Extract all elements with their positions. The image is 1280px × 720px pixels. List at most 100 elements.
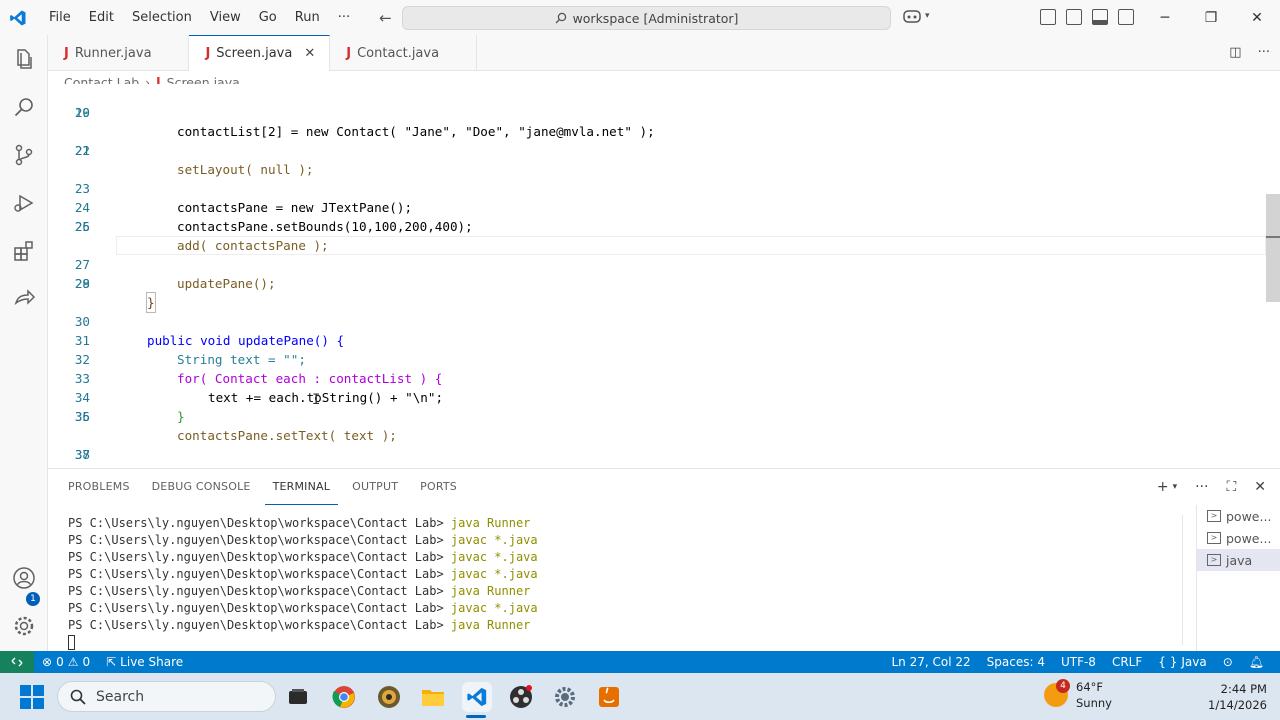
obs-icon[interactable] bbox=[506, 682, 536, 712]
terminal-output[interactable]: PS C:\Users\ly.nguyen\Desktop\workspace\… bbox=[68, 515, 538, 651]
tab-terminal[interactable]: TERMINAL bbox=[264, 469, 339, 505]
terminal-line: PS C:\Users\ly.nguyen\Desktop\workspace\… bbox=[68, 550, 538, 564]
tab-runner-java[interactable]: J Runner.java ✕ bbox=[48, 35, 190, 71]
toggle-sidebar-icon[interactable] bbox=[1066, 9, 1082, 25]
code-line: 26 bbox=[74, 219, 90, 234]
code-line: 20 bbox=[74, 105, 90, 120]
taskbar-search[interactable]: Search bbox=[57, 681, 276, 712]
active-app-indicator bbox=[466, 715, 486, 718]
terminal-list-item[interactable]: > powe... bbox=[1197, 505, 1280, 527]
menu-more[interactable]: ··· bbox=[329, 0, 359, 35]
tab-output[interactable]: OUTPUT bbox=[344, 469, 406, 505]
tab-debug-console[interactable]: DEBUG CONSOLE bbox=[144, 469, 259, 505]
code-line: 33 text += each.toString() + "\n"; bbox=[74, 371, 444, 405]
remote-indicator-icon[interactable] bbox=[0, 651, 34, 673]
menu-go[interactable]: Go bbox=[250, 0, 286, 35]
java-file-icon: J bbox=[205, 46, 211, 61]
code-line: 19 contactList[2] = new Contact( "Jane",… bbox=[74, 105, 655, 139]
activity-bar bbox=[0, 35, 48, 651]
explorer-icon[interactable] bbox=[0, 35, 48, 83]
split-editor-icon[interactable]: ◫ bbox=[1229, 45, 1241, 60]
terminal-list-item[interactable]: > java bbox=[1197, 549, 1280, 571]
terminal-line: PS C:\Users\ly.nguyen\Desktop\workspace\… bbox=[68, 601, 538, 615]
settings-app-icon[interactable] bbox=[550, 682, 580, 712]
terminal-list-item[interactable]: > powe... bbox=[1197, 527, 1280, 549]
close-window-icon[interactable]: ✕ bbox=[1234, 0, 1280, 35]
language-mode[interactable]: { } Java bbox=[1150, 655, 1214, 669]
menu-edit[interactable]: Edit bbox=[80, 0, 123, 35]
line-endings[interactable]: CRLF bbox=[1104, 655, 1150, 669]
copilot-button[interactable]: ▾ bbox=[903, 9, 930, 23]
chrome-icon[interactable] bbox=[329, 682, 359, 712]
file-explorer-icon[interactable] bbox=[418, 682, 448, 712]
system-clock[interactable]: 2:44 PM 1/14/2026 bbox=[1208, 681, 1267, 713]
terminal-line: PS C:\Users\ly.nguyen\Desktop\workspace\… bbox=[68, 516, 531, 530]
menu-view[interactable]: View bbox=[201, 0, 250, 35]
restore-icon[interactable]: ❐ bbox=[1188, 0, 1234, 35]
tab-problems[interactable]: PROBLEMS bbox=[60, 469, 138, 505]
editor-scrollbar-thumb[interactable] bbox=[1266, 194, 1280, 302]
editor-tabs: J Runner.java ✕ J Screen.java ✕ J Contac… bbox=[48, 35, 1280, 71]
back-arrow-icon[interactable]: ← bbox=[379, 9, 392, 27]
live-share-icon[interactable] bbox=[0, 275, 48, 323]
code-editor[interactable]: 19 contactList[2] = new Contact( "Jane",… bbox=[48, 84, 1280, 468]
menu-file[interactable]: File bbox=[40, 0, 80, 35]
tab-screen-java[interactable]: J Screen.java ✕ bbox=[189, 35, 331, 71]
extensions-icon[interactable] bbox=[0, 227, 48, 275]
terminal-cursor bbox=[68, 635, 75, 650]
task-view-icon[interactable] bbox=[283, 682, 313, 712]
notifications-bell-icon[interactable]: 🔔︎ bbox=[1241, 655, 1272, 669]
app-icon[interactable] bbox=[374, 682, 404, 712]
maximize-panel-icon[interactable]: ⛶ bbox=[1226, 479, 1236, 495]
search-placeholder: Search bbox=[96, 688, 145, 705]
weather-sun-icon: 4 bbox=[1044, 679, 1070, 707]
terminal-line: PS C:\Users\ly.nguyen\Desktop\workspace\… bbox=[68, 533, 538, 547]
warning-icon: ⚠ bbox=[67, 655, 79, 669]
new-terminal-icon[interactable]: + bbox=[1157, 479, 1169, 495]
chevron-down-icon: ▾ bbox=[925, 11, 930, 21]
live-share-status[interactable]: ⇱ Live Share bbox=[98, 655, 191, 669]
cursor-position[interactable]: Ln 27, Col 22 bbox=[883, 655, 978, 669]
menu-run[interactable]: Run bbox=[286, 0, 329, 35]
toggle-panel-icon[interactable] bbox=[1092, 9, 1108, 25]
weather-widget[interactable]: 4 64°F Sunny bbox=[1044, 679, 1112, 711]
accounts-icon[interactable] bbox=[0, 554, 48, 602]
more-actions-icon[interactable]: ··· bbox=[1258, 45, 1270, 60]
search-icon bbox=[70, 689, 86, 705]
terminal-line: PS C:\Users\ly.nguyen\Desktop\workspace\… bbox=[68, 584, 531, 598]
settings-badge: 1 bbox=[26, 592, 40, 606]
problems-status[interactable]: ⊗ 0 ⚠ 0 bbox=[34, 655, 98, 669]
settings-gear-icon[interactable] bbox=[0, 602, 48, 650]
code-line: 27 updatePane(); bbox=[74, 257, 276, 291]
windows-start-icon[interactable] bbox=[16, 681, 48, 713]
more-actions-icon[interactable]: ··· bbox=[1195, 479, 1208, 495]
minimize-icon[interactable]: ─ bbox=[1142, 0, 1188, 35]
menu-bar: File Edit Selection View Go Run ··· bbox=[40, 0, 359, 35]
vscode-taskbar-icon[interactable] bbox=[462, 682, 492, 712]
toggle-primary-sidebar-icon[interactable] bbox=[1040, 9, 1056, 25]
close-panel-icon[interactable]: ✕ bbox=[1254, 479, 1266, 495]
java-app-icon[interactable] bbox=[594, 682, 624, 712]
code-line: 30 public void updatePane() { bbox=[74, 314, 345, 348]
run-debug-icon[interactable] bbox=[0, 179, 48, 227]
toggle-secondary-sidebar-icon[interactable] bbox=[1118, 9, 1134, 25]
encoding[interactable]: UTF-8 bbox=[1053, 655, 1104, 669]
tab-label: Screen.java bbox=[216, 46, 293, 61]
chevron-down-icon[interactable]: ▾ bbox=[1173, 482, 1178, 495]
command-center[interactable]: workspace [Administrator] bbox=[402, 6, 891, 30]
code-line: 37 } bbox=[48, 426, 1280, 468]
source-control-icon[interactable] bbox=[0, 131, 48, 179]
terminal-list: > powe... > powe... > java bbox=[1196, 505, 1280, 652]
tab-ports[interactable]: PORTS bbox=[412, 469, 465, 505]
terminal-scrollbar[interactable] bbox=[1182, 515, 1183, 645]
tab-contact-java[interactable]: J Contact.java ✕ bbox=[330, 35, 477, 71]
weather-badge: 4 bbox=[1056, 679, 1070, 693]
search-view-icon[interactable] bbox=[0, 83, 48, 131]
indentation[interactable]: Spaces: 4 bbox=[979, 655, 1053, 669]
menu-selection[interactable]: Selection bbox=[123, 0, 201, 35]
tab-label: Contact.java bbox=[357, 45, 440, 61]
close-tab-icon[interactable]: ✕ bbox=[304, 46, 315, 61]
copilot-status-icon[interactable]: ⊙ bbox=[1215, 655, 1241, 669]
code-line: 28 } bbox=[74, 276, 156, 313]
command-center-label: workspace [Administrator] bbox=[572, 10, 739, 26]
